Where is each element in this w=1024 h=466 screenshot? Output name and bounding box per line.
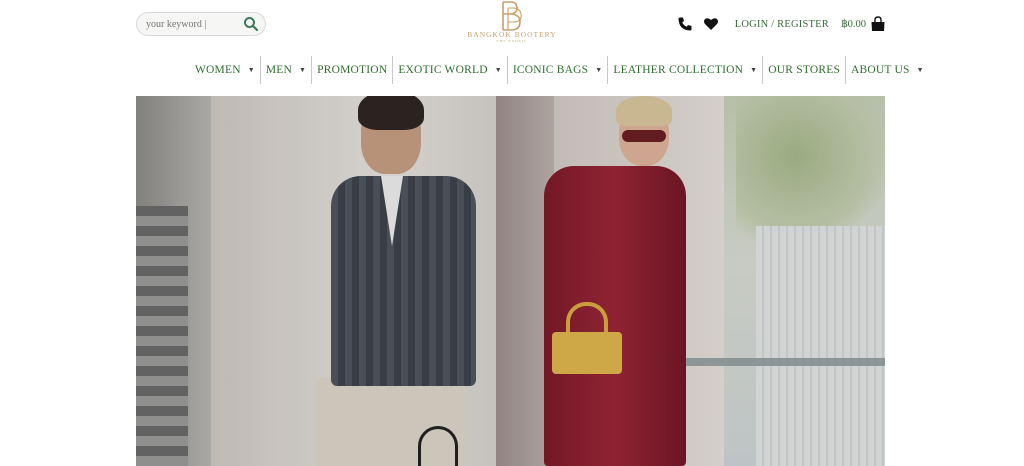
site-header: BANGKOK BOOTERY THE EXOTIC LOGIN / REGIS… [0,0,1024,52]
nav-item-men[interactable]: MEN ▼ [259,56,311,84]
logo-tagline: THE EXOTIC [496,39,528,43]
nav-item-about-us[interactable]: ABOUT US ▼ [845,56,929,84]
bb-monogram-logo [502,1,522,31]
phone-icon[interactable] [677,16,693,32]
hero-overlay [136,96,885,466]
nav-label: PROMOTION [317,64,388,76]
nav-label: ICONIC BAGS [512,64,589,76]
caret-down-icon: ▼ [494,66,502,74]
caret-down-icon: ▼ [916,66,924,74]
header-actions: LOGIN / REGISTER ฿0.00 [677,14,886,34]
nav-label: LEATHER COLLECTION [613,64,744,76]
nav-item-promotion[interactable]: PROMOTION [311,56,392,84]
nav-label: EXOTIC WORLD [398,64,488,76]
nav-item-leather-collection[interactable]: LEATHER COLLECTION ▼ [607,56,762,84]
caret-down-icon: ▼ [595,66,603,74]
nav-item-iconic-bags[interactable]: ICONIC BAGS ▼ [506,56,608,84]
nav-label: MEN [265,64,293,76]
nav-label: OUR STORES [768,64,841,76]
logo-name: BANGKOK BOOTERY [467,30,557,39]
heart-icon[interactable] [703,16,719,32]
nav-item-our-stores[interactable]: OUR STORES [762,56,845,84]
search-input[interactable] [146,18,238,30]
login-register-link[interactable]: LOGIN / REGISTER [735,19,829,30]
caret-down-icon: ▼ [299,66,307,74]
caret-down-icon: ▼ [750,66,758,74]
nav-label: ABOUT US [851,64,910,76]
nav-label: WOMEN [195,64,241,76]
caret-down-icon: ▼ [247,66,255,74]
nav-item-women[interactable]: WOMEN ▼ [190,56,260,84]
site-logo[interactable]: BANGKOK BOOTERY THE EXOTIC [462,0,562,50]
search-icon[interactable] [243,16,259,32]
main-nav: WOMEN ▼ MEN ▼ PROMOTION EXOTIC WORLD ▼ ICON… [190,56,929,84]
nav-item-exotic-world[interactable]: EXOTIC WORLD ▼ [392,56,507,84]
hero-banner-image[interactable] [136,96,885,466]
cart-total[interactable]: ฿0.00 [841,18,866,30]
shopping-bag-icon[interactable] [870,16,886,32]
search-box[interactable] [136,12,266,36]
